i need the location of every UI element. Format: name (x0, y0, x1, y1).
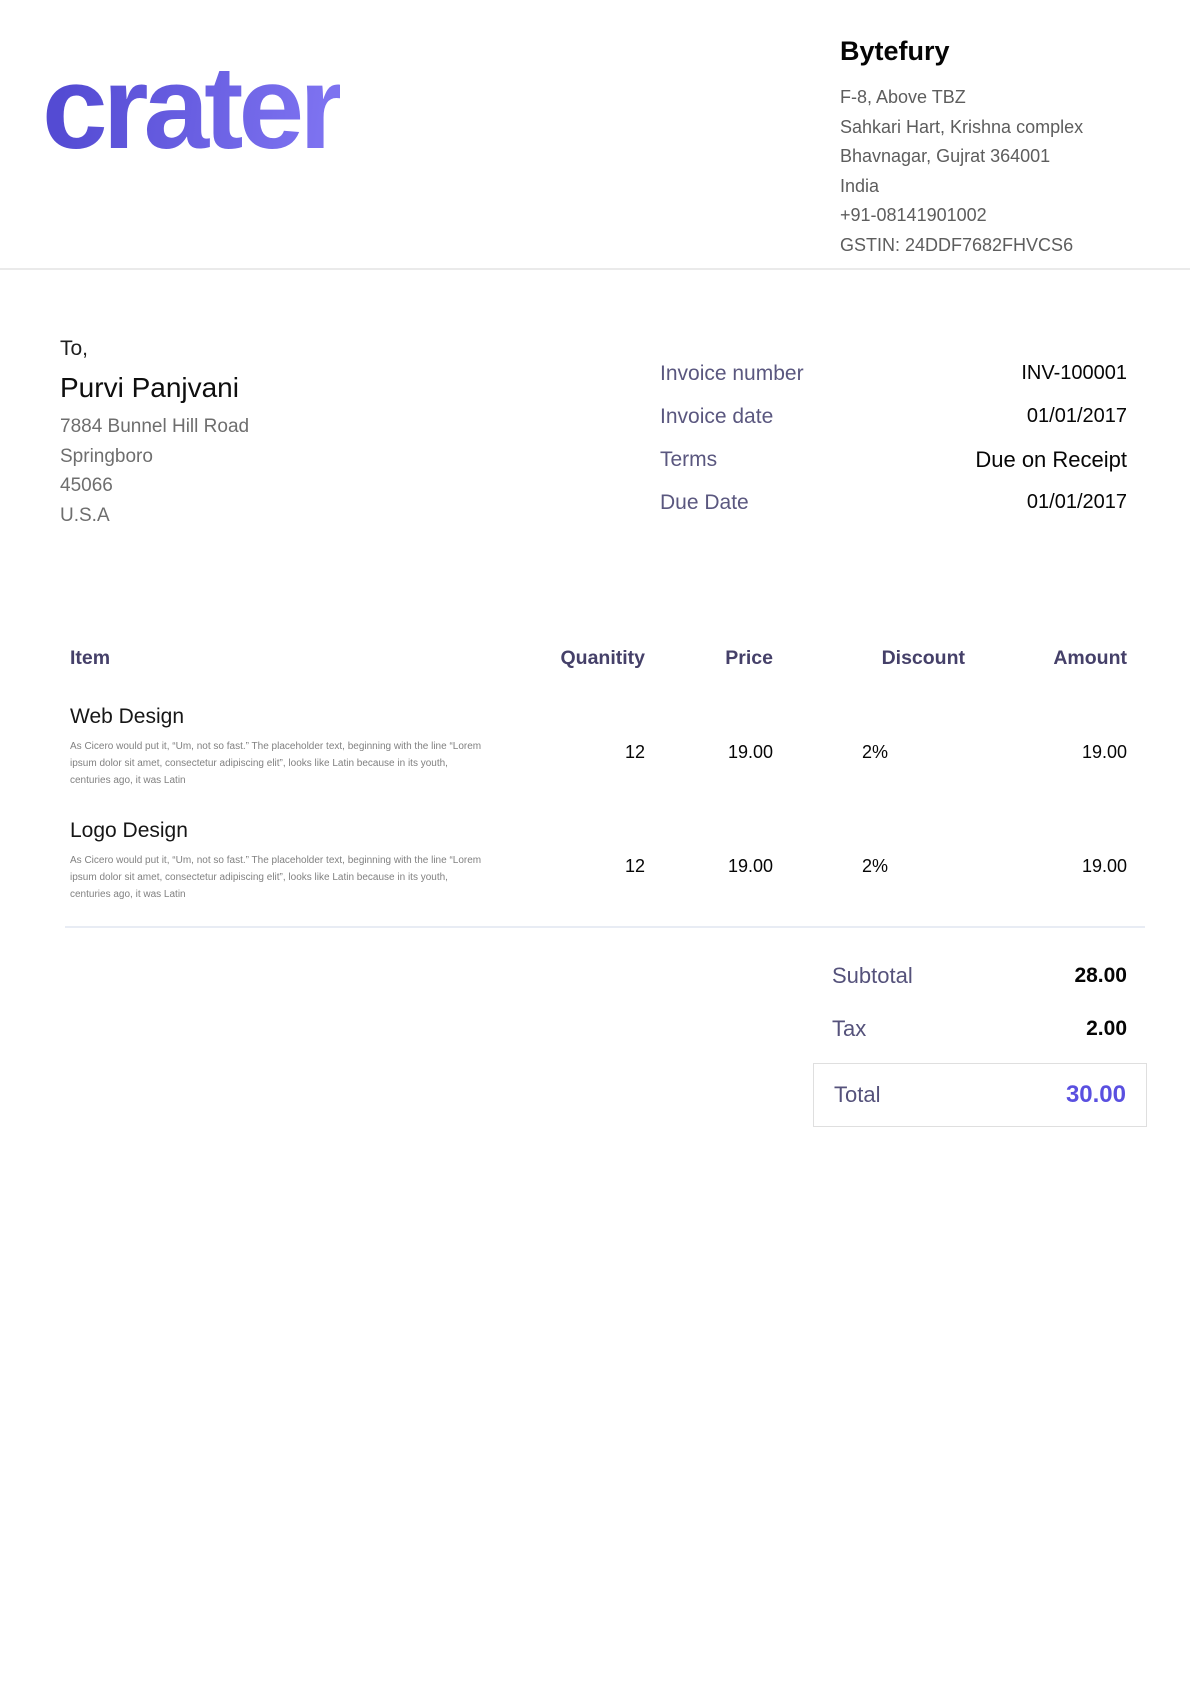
total-value: 30.00 (1066, 1081, 1126, 1109)
subtotal-value: 28.00 (1074, 964, 1127, 988)
terms-label: Terms (660, 448, 717, 472)
company-phone: +91-08141901002 (840, 201, 1160, 231)
company-address-line: F-8, Above TBZ (840, 83, 1160, 113)
header-item: Item (70, 645, 520, 671)
company-address-line: Sahkari Hart, Krishna complex (840, 113, 1160, 143)
items-table-header: Item Quanitity Price Discount Amount (70, 645, 1127, 671)
header-discount: Discount (773, 645, 965, 671)
due-date-label: Due Date (660, 491, 749, 515)
bill-to-block: To, Purvi Panjvani 7884 Bunnel Hill Road… (60, 336, 249, 530)
total-box: Total 30.00 (813, 1063, 1147, 1127)
item-cell: Web Design As Cicero would put it, “Um, … (70, 703, 520, 789)
customer-address-line: 7884 Bunnel Hill Road (60, 412, 249, 442)
item-description: As Cicero would put it, “Um, not so fast… (70, 852, 490, 903)
invoice-meta-block: Invoice number INV-100001 Invoice date 0… (660, 352, 1127, 524)
due-date-value: 01/01/2017 (1027, 491, 1127, 514)
total-label: Total (834, 1082, 880, 1108)
item-description: As Cicero would put it, “Um, not so fast… (70, 738, 490, 789)
customer-address-line: Springboro (60, 442, 249, 472)
crater-logo: crater (42, 48, 340, 168)
customer-address-line: U.S.A (60, 501, 249, 531)
tax-label: Tax (832, 1016, 866, 1042)
due-date-row: Due Date 01/01/2017 (660, 481, 1127, 524)
tax-row: Tax 2.00 (832, 1016, 1127, 1042)
invoice-page: crater Bytefury F-8, Above TBZ Sahkari H… (0, 0, 1190, 1684)
customer-name: Purvi Panjvani (60, 371, 249, 405)
item-quantity: 12 (520, 742, 645, 789)
item-amount: 19.00 (965, 856, 1127, 903)
invoice-number-row: Invoice number INV-100001 (660, 352, 1127, 395)
company-address-line: Bhavnagar, Gujrat 364001 (840, 142, 1160, 172)
table-row: Web Design As Cicero would put it, “Um, … (70, 703, 1127, 789)
invoice-date-row: Invoice date 01/01/2017 (660, 395, 1127, 438)
item-price: 19.00 (645, 742, 773, 789)
invoice-date-value: 01/01/2017 (1027, 405, 1127, 428)
invoice-number-value: INV-100001 (1021, 362, 1127, 385)
header-amount: Amount (965, 645, 1127, 671)
company-block: Bytefury F-8, Above TBZ Sahkari Hart, Kr… (840, 36, 1160, 260)
company-gstin: GSTIN: 24DDF7682FHVCS6 (840, 231, 1160, 261)
company-name: Bytefury (840, 36, 1160, 67)
subtotal-label: Subtotal (832, 963, 913, 989)
header-price: Price (645, 645, 773, 671)
invoice-date-label: Invoice date (660, 405, 773, 429)
tax-value: 2.00 (1086, 1017, 1127, 1041)
item-discount: 2% (773, 742, 965, 789)
terms-value: Due on Receipt (975, 447, 1127, 473)
subtotal-row: Subtotal 28.00 (832, 963, 1127, 989)
item-name: Web Design (70, 703, 520, 731)
invoice-header: crater Bytefury F-8, Above TBZ Sahkari H… (0, 0, 1190, 270)
item-amount: 19.00 (965, 742, 1127, 789)
header-quantity: Quanitity (520, 645, 645, 671)
totals-divider (65, 926, 1145, 928)
item-cell: Logo Design As Cicero would put it, “Um,… (70, 817, 520, 903)
items-table: Item Quanitity Price Discount Amount Web… (70, 645, 1127, 903)
bill-to-label: To, (60, 336, 249, 361)
item-price: 19.00 (645, 856, 773, 903)
item-name: Logo Design (70, 817, 520, 845)
terms-row: Terms Due on Receipt (660, 438, 1127, 481)
item-discount: 2% (773, 856, 965, 903)
item-quantity: 12 (520, 856, 645, 903)
company-address-line: India (840, 172, 1160, 202)
invoice-number-label: Invoice number (660, 362, 804, 386)
table-row: Logo Design As Cicero would put it, “Um,… (70, 817, 1127, 903)
customer-address-line: 45066 (60, 471, 249, 501)
